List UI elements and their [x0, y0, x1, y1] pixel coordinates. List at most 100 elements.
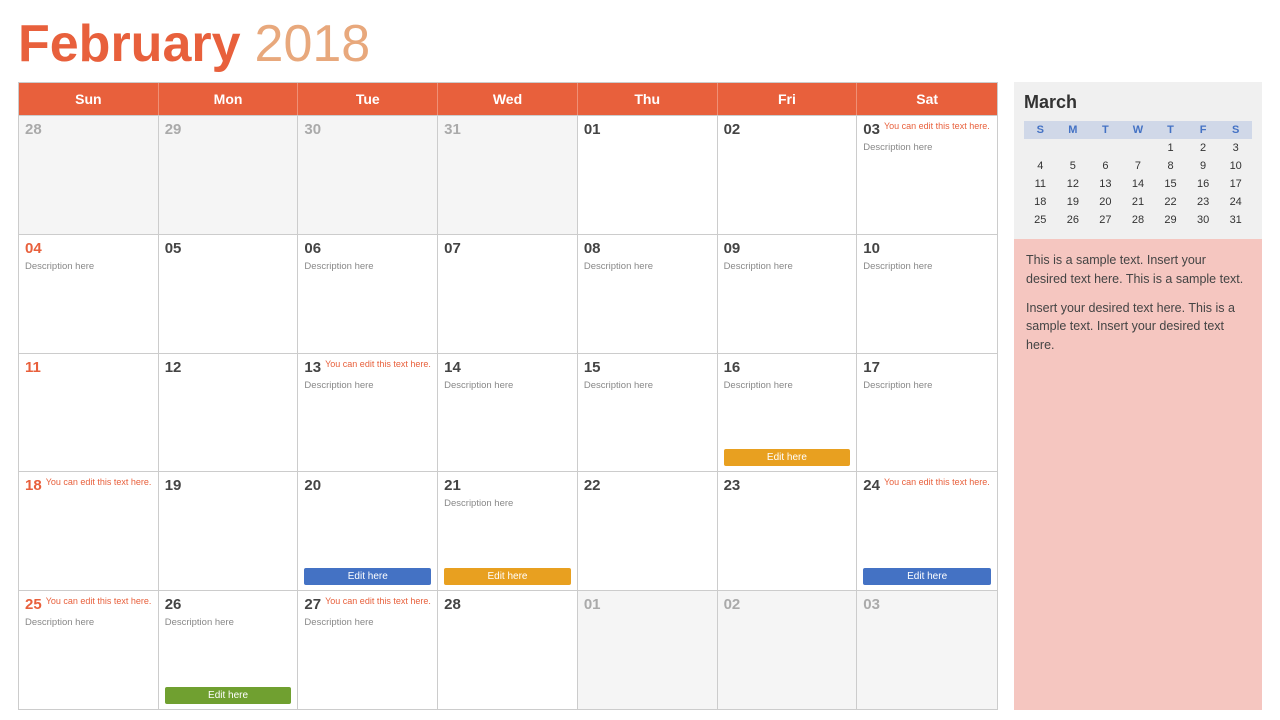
day-description: Description here	[444, 498, 571, 509]
mini-cal-cell: 6	[1089, 157, 1122, 175]
mini-cal-header: F	[1187, 121, 1220, 139]
day-top: 19	[165, 477, 292, 496]
day-top: 21	[444, 477, 571, 496]
cal-row-0: 28 29 30 31 01 02 03 You can edit this text her…	[19, 115, 997, 234]
mini-cal-cell	[1122, 139, 1155, 157]
day-note: You can edit this text here.	[46, 477, 152, 488]
mini-cal-header: W	[1122, 121, 1155, 139]
day-description: Description here	[304, 261, 431, 272]
cal-header-sat: Sat	[857, 83, 997, 115]
day-number: 22	[584, 477, 601, 494]
cal-cell: 28	[438, 591, 578, 709]
edit-button[interactable]: Edit here	[444, 568, 571, 585]
mini-cal-cell: 12	[1057, 175, 1090, 193]
day-number: 16	[724, 359, 741, 376]
day-top: 13 You can edit this text here.	[304, 359, 431, 378]
mini-cal-cell: 5	[1057, 157, 1090, 175]
mini-cal-header: T	[1154, 121, 1187, 139]
day-note: You can edit this text here.	[46, 596, 152, 607]
sidebar: March SMTWTFS 12345678910111213141516171…	[1014, 82, 1262, 710]
day-note: You can edit this text here.	[325, 359, 431, 370]
day-description: Description here	[724, 380, 851, 391]
day-top: 29	[165, 121, 292, 140]
day-number: 07	[444, 240, 461, 257]
edit-button[interactable]: Edit here	[863, 568, 991, 585]
day-number: 08	[584, 240, 601, 257]
day-description: Description here	[724, 261, 851, 272]
cal-cell: 27You can edit this text here.Descriptio…	[298, 591, 438, 709]
mini-cal-cell	[1057, 139, 1090, 157]
cal-cell: 15Description here	[578, 354, 718, 472]
mini-cal-cell: 25	[1024, 211, 1057, 229]
cal-cell: 18You can edit this text here.	[19, 472, 159, 590]
mini-calendar: SMTWTFS 12345678910111213141516171819202…	[1024, 121, 1252, 229]
main-calendar: SunMonTueWedThuFriSat 28 29 30 31 01 02 03 You …	[18, 82, 998, 710]
cal-cell: 09Description here	[718, 235, 858, 353]
day-number: 24	[863, 477, 880, 494]
mini-cal-row: 123	[1024, 139, 1252, 157]
day-number: 02	[724, 596, 741, 613]
calendar-header: SunMonTueWedThuFriSat	[19, 83, 997, 115]
cal-row-4: 25You can edit this text here.Descriptio…	[19, 590, 997, 709]
day-note: You can edit this text here.	[325, 596, 431, 607]
mini-cal-cell: 15	[1154, 175, 1187, 193]
cal-cell: 23	[718, 472, 858, 590]
day-number: 26	[165, 596, 182, 613]
day-note: You can edit this text here.	[884, 477, 990, 488]
day-description: Description here	[304, 380, 431, 391]
day-number: 31	[444, 121, 461, 138]
edit-button[interactable]: Edit here	[165, 687, 292, 704]
day-description: Description here	[863, 380, 991, 391]
mini-cal-cell: 19	[1057, 193, 1090, 211]
edit-button[interactable]: Edit here	[304, 568, 431, 585]
day-top: 20	[304, 477, 431, 496]
cal-cell: 13 You can edit this text here. Descriptio…	[298, 354, 438, 472]
day-top: 06	[304, 240, 431, 259]
day-number: 28	[25, 121, 42, 138]
cal-cell: 02	[718, 591, 858, 709]
mini-cal-cell: 26	[1057, 211, 1090, 229]
day-top: 01	[584, 121, 711, 140]
day-top: 07	[444, 240, 571, 259]
cal-cell: 16 Description here Edit here	[718, 354, 858, 472]
day-number: 15	[584, 359, 601, 376]
mini-cal-cell: 13	[1089, 175, 1122, 193]
day-note: You can edit this text here.	[884, 121, 990, 132]
page-header: February 2018	[18, 18, 1262, 70]
mini-cal-row: 18192021222324	[1024, 193, 1252, 211]
cal-cell: 21 Description here Edit here	[438, 472, 578, 590]
day-description: Description here	[25, 617, 152, 628]
sidebar-text-area: This is a sample text. Insert your desir…	[1014, 239, 1262, 710]
mini-cal-header: S	[1024, 121, 1057, 139]
day-description: Description here	[304, 617, 431, 628]
day-number: 28	[444, 596, 461, 613]
mini-cal-cell: 23	[1187, 193, 1220, 211]
mini-cal-cell: 18	[1024, 193, 1057, 211]
day-description: Description here	[863, 142, 991, 153]
cal-cell: 06 Description here	[298, 235, 438, 353]
cal-cell: 02	[718, 116, 858, 234]
day-top: 17	[863, 359, 991, 378]
day-number: 21	[444, 477, 461, 494]
mini-cal-cell: 7	[1122, 157, 1155, 175]
day-number: 03	[863, 121, 880, 138]
cal-cell: 12	[159, 354, 299, 472]
mini-cal-cell: 1	[1154, 139, 1187, 157]
sidebar-text-1: This is a sample text. Insert your desir…	[1026, 251, 1250, 289]
day-top: 01	[584, 596, 711, 615]
day-top: 11	[25, 359, 152, 378]
cal-cell: 20 Edit here	[298, 472, 438, 590]
day-description: Description here	[25, 261, 152, 272]
day-number: 13	[304, 359, 321, 376]
mini-calendar-container: March SMTWTFS 12345678910111213141516171…	[1014, 82, 1262, 239]
day-top: 02	[724, 596, 851, 615]
day-number: 14	[444, 359, 461, 376]
edit-button[interactable]: Edit here	[724, 449, 851, 466]
day-number: 30	[304, 121, 321, 138]
day-description: Description here	[863, 261, 991, 272]
cal-cell: 10Description here	[857, 235, 997, 353]
day-top: 18You can edit this text here.	[25, 477, 152, 496]
day-top: 02	[724, 121, 851, 140]
mini-cal-cell: 28	[1122, 211, 1155, 229]
month-title: February	[18, 18, 241, 70]
